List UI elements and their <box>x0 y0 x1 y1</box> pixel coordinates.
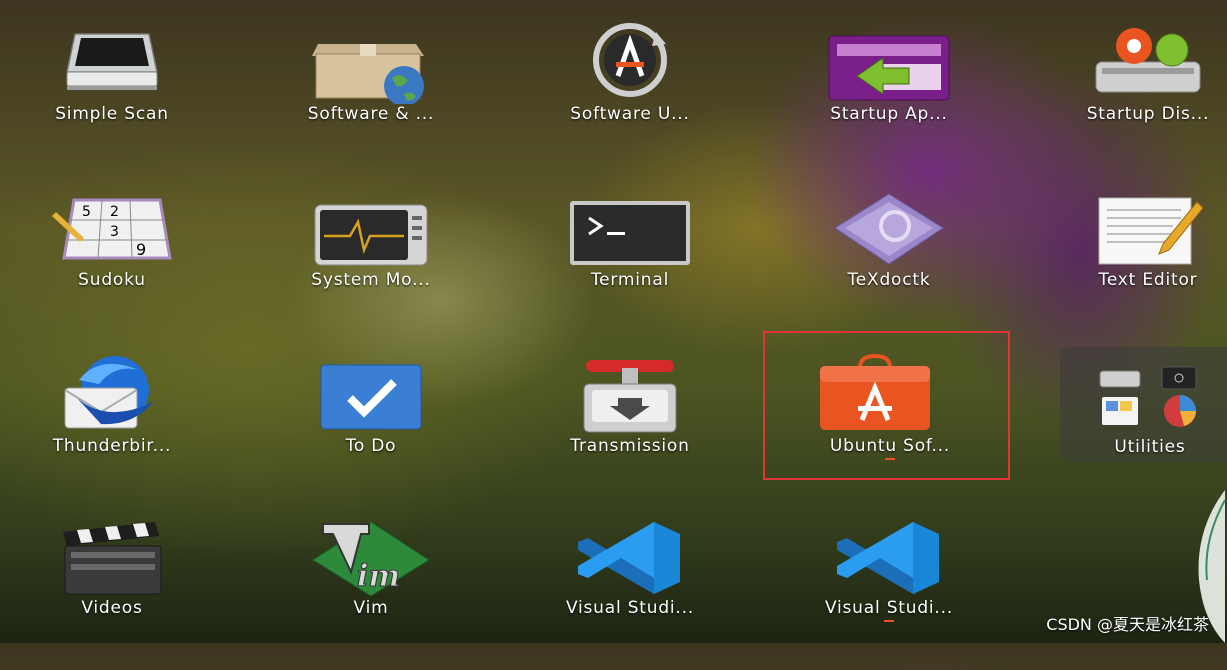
watermark: CSDN @夏天是冰红茶 <box>1046 615 1209 634</box>
app-label: Software U... <box>570 104 690 124</box>
app-visual-studio-code-1[interactable]: Visual Studi... <box>530 520 730 670</box>
app-texdoctk[interactable]: TeXdoctk <box>789 188 989 338</box>
to-do-icon <box>320 364 422 430</box>
app-label: Sudoku <box>78 270 146 290</box>
app-simple-scan[interactable]: Simple Scan <box>12 22 212 172</box>
app-text-editor[interactable]: Text Editor <box>1048 188 1227 338</box>
vim-icon: im <box>312 521 430 596</box>
sudoku-digit: 9 <box>136 240 146 259</box>
app-software-updates[interactable]: Software & ... <box>271 22 471 172</box>
videos-icon <box>63 522 162 595</box>
app-label: Utilities <box>1114 437 1186 457</box>
app-software-updater[interactable]: Software U... <box>530 22 730 172</box>
app-transmission[interactable]: Transmission <box>530 354 730 504</box>
app-thunderbird[interactable]: Thunderbir... <box>12 354 212 504</box>
app-visual-studio-code-2[interactable]: Visual Studi... <box>789 520 989 670</box>
app-label: Software & ... <box>307 104 435 124</box>
startup-apps-icon <box>828 35 950 101</box>
package-globe-icon <box>312 44 424 104</box>
app-sudoku[interactable]: 5 2 3 9 Sudoku <box>12 188 212 338</box>
app-label: System Mo... <box>311 270 431 290</box>
app-label: Videos <box>81 598 143 618</box>
app-vim[interactable]: im Vim <box>271 520 471 670</box>
app-label: Transmission <box>570 436 690 456</box>
sudoku-icon: 5 2 3 9 <box>52 198 172 260</box>
app-label: Vim <box>353 598 389 618</box>
app-to-do[interactable]: To Do <box>271 354 471 504</box>
app-label: Startup Ap... <box>830 104 948 124</box>
app-videos[interactable]: Videos <box>12 520 212 670</box>
updater-icon <box>593 23 667 97</box>
app-label: Text Editor <box>1098 270 1198 290</box>
system-monitor-icon <box>314 204 428 266</box>
app-label: Startup Dis... <box>1086 104 1210 124</box>
terminal-icon <box>570 201 690 265</box>
svg-text:im: im <box>357 559 400 594</box>
app-folder-utilities[interactable]: Utilities <box>1060 347 1227 462</box>
sudoku-digit: 5 <box>82 204 91 220</box>
app-label: Simple Scan <box>55 104 169 124</box>
transmission-icon <box>583 360 677 433</box>
startup-disk-icon <box>1095 28 1201 93</box>
vscode-icon <box>837 522 939 594</box>
texdoctk-icon <box>834 193 944 265</box>
vscode-icon <box>578 522 680 594</box>
app-label: Terminal <box>590 270 670 290</box>
text-editor-icon <box>1098 197 1203 265</box>
running-indicator <box>884 620 894 622</box>
app-label: Thunderbir... <box>52 436 172 456</box>
app-label: Visual Studi... <box>565 598 695 618</box>
app-terminal[interactable]: Terminal <box>530 188 730 338</box>
app-label: To Do <box>345 436 397 456</box>
app-label: TeXdoctk <box>847 270 931 290</box>
sudoku-digit: 3 <box>110 224 119 240</box>
scanner-icon <box>66 33 158 90</box>
app-label: Visual Studi... <box>824 598 954 618</box>
thunderbird-icon <box>64 356 153 429</box>
app-startup-disk[interactable]: Startup Dis... <box>1048 22 1227 172</box>
app-system-monitor[interactable]: System Mo... <box>271 188 471 338</box>
sudoku-digit: 2 <box>110 204 119 220</box>
app-startup-applications[interactable]: Startup Ap... <box>789 22 989 172</box>
utilities-folder-icons <box>1099 366 1197 427</box>
selection-highlight <box>763 331 1010 480</box>
